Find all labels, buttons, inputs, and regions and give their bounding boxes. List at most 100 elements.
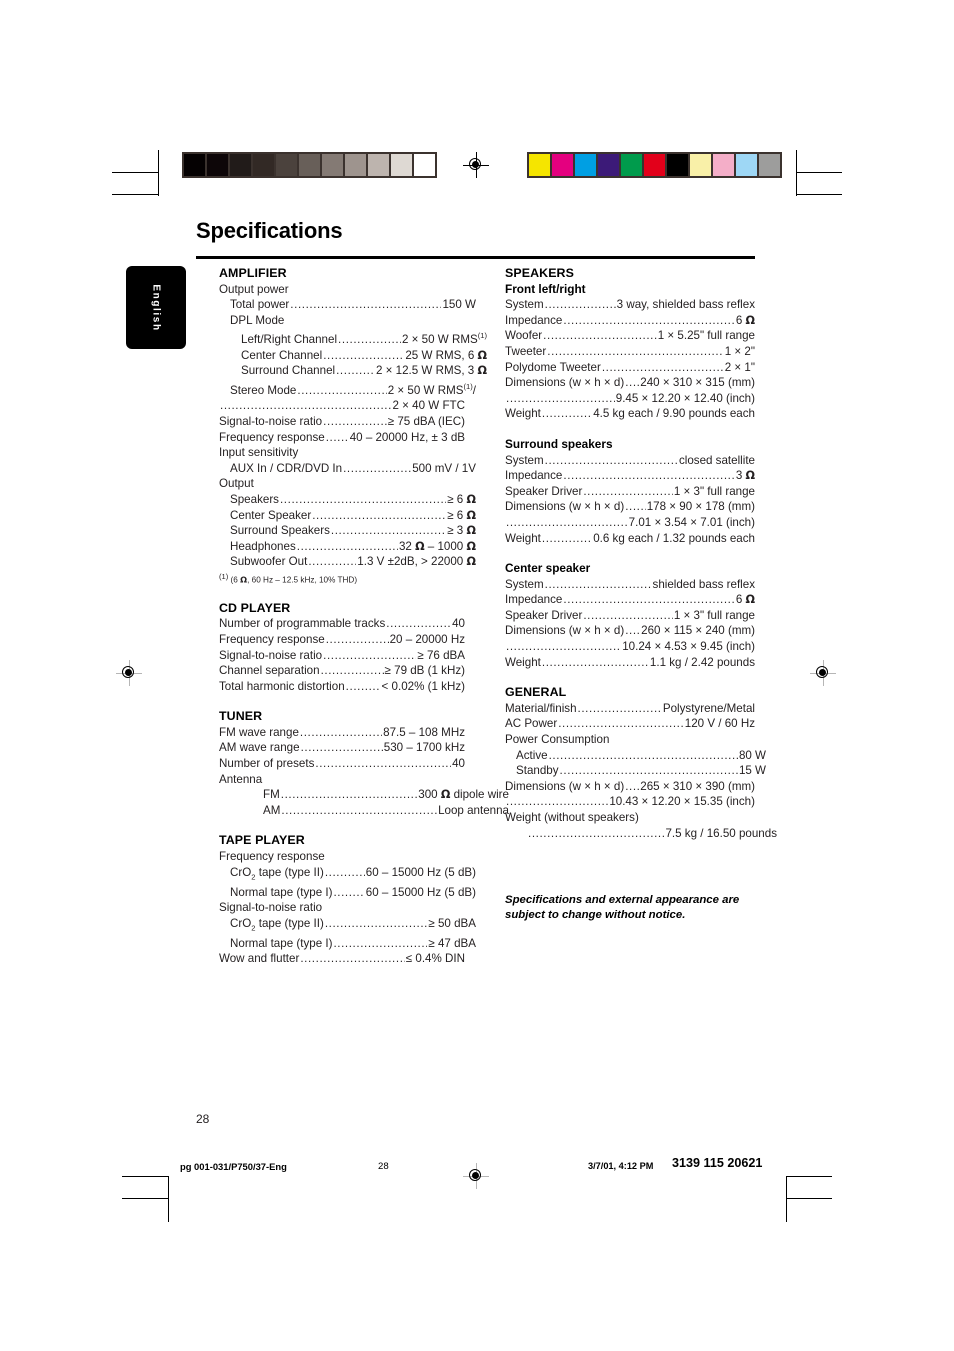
spec-label: Speaker Driver [505, 608, 583, 622]
spec-row: Dimensions (w × h × d) 260 × 115 × 240 (m… [505, 623, 755, 639]
spec-label: Stereo Mode [230, 383, 297, 397]
spec-row: Center Channel 25 W RMS, 6 Ω [219, 348, 487, 364]
color-swatch [552, 154, 573, 176]
spec-value: ≥ 50 dBA [428, 916, 476, 930]
spec-label: Impedance [505, 313, 563, 327]
spec-subheading-line: Signal-to-noise ratio [219, 901, 323, 915]
spec-label: AM [263, 803, 281, 817]
spec-value: 87.5 – 108 MHz [383, 725, 465, 739]
spec-label: Total power [230, 298, 290, 312]
leader-dots [323, 348, 404, 364]
crop-mark-top-left-v [158, 150, 159, 196]
spec-value: 530 – 1700 kHz [383, 741, 465, 755]
spec-label: Dimensions (w × h × d) [505, 500, 625, 514]
left-spec-column: AMPLIFIER Output power Total power 150 W DPL… [219, 266, 509, 967]
spec-row: AUX In / CDR/DVD In 500 mV / 1V [219, 461, 476, 477]
leader-dots [333, 885, 364, 901]
spec-value: 20 – 20000 Hz [389, 632, 465, 646]
spec-label: Number of programmable tracks [219, 617, 386, 631]
registration-mark-right [810, 660, 836, 686]
spec-row: Signal-to-noise ratio ≥ 75 dBA (IEC) [219, 414, 465, 430]
spec-row: Surround Channel 2 × 12.5 W RMS, 3 Ω [219, 363, 487, 379]
leader-dots [301, 740, 383, 756]
spec-row: 7.5 kg / 16.50 pounds [505, 826, 777, 842]
spec-label: Total harmonic distortion [219, 679, 345, 693]
spec-label: Polydome Tweeter [505, 360, 601, 374]
spec-row: Total harmonic distortion < 0.02% (1 kHz) [219, 679, 465, 695]
spec-subheading-line: Output [219, 477, 254, 491]
leader-dots [321, 663, 384, 679]
title-divider [196, 256, 755, 259]
spec-label: Active [516, 748, 548, 762]
spec-value: 120 V / 60 Hz [684, 717, 755, 731]
spec-row: FM wave range 87.5 – 108 MHz [219, 725, 465, 741]
spec-subheading-line: Antenna [219, 772, 263, 786]
section-heading: SPEAKERS [505, 266, 574, 280]
footer-filename: pg 001-031/P750/37-Eng [180, 1161, 287, 1172]
leader-dots [549, 748, 738, 764]
spec-label: Standby [516, 764, 559, 778]
leader-dots [547, 344, 724, 360]
leader-dots [625, 499, 646, 515]
spec-label: System [505, 453, 544, 467]
spec-row: AC Power 120 V / 60 Hz [505, 716, 755, 732]
spec-row: Speaker Driver 1 × 3" full range [505, 608, 755, 624]
leader-dots [220, 398, 392, 414]
spec-value: 3 Ω [735, 469, 755, 483]
leader-dots [323, 648, 416, 664]
spec-label: System [505, 577, 544, 591]
spec-row: Headphones 32 Ω – 1000 Ω [219, 539, 476, 555]
spec-row: Weight 0.6 kg each / 1.32 pounds each [505, 531, 755, 547]
spec-label: Wow and flutter [219, 952, 300, 966]
leader-dots [281, 787, 418, 803]
spec-row: Left/Right Channel 2 × 50 W RMS(1) [219, 328, 487, 347]
spec-value: 10.43 × 12.20 × 15.35 (inch) [609, 795, 755, 809]
leader-dots [583, 608, 673, 624]
spec-value: shielded bass reflex [652, 577, 755, 591]
leader-dots [333, 936, 427, 952]
spec-label: Speakers [230, 493, 279, 507]
spec-value: Polystyrene/Metal [662, 701, 755, 715]
spec-value: 7.5 kg / 16.50 pounds [665, 826, 777, 840]
spec-value: Loop antenna [438, 803, 509, 817]
leader-dots [563, 592, 734, 608]
leader-dots [297, 539, 398, 555]
spec-value: closed satellite [678, 453, 755, 467]
grayscale-swatch [368, 154, 389, 176]
leader-dots [558, 716, 684, 732]
spec-value: ≥ 6 Ω [447, 508, 476, 522]
crop-mark-top-right-v [796, 150, 797, 196]
spec-row: Normal tape (type I) 60 – 15000 Hz (5 dB) [219, 885, 476, 901]
spec-row: Polydome Tweeter 2 × 1" [505, 360, 755, 376]
spec-value: 500 mV / 1V [412, 461, 476, 475]
spec-label: Normal tape (type I) [230, 936, 333, 950]
language-tab-label: English [150, 283, 162, 332]
footer-timestamp: 3/7/01, 4:12 PM [588, 1161, 654, 1171]
spec-row: System closed satellite [505, 453, 755, 469]
color-swatch [667, 154, 688, 176]
spec-label: AC Power [505, 717, 558, 731]
crop-mark-top-right-h2 [796, 194, 842, 195]
spec-row: 9.45 × 12.20 × 12.40 (inch) [505, 391, 755, 407]
leader-dots [336, 363, 375, 379]
spec-subheading-line: Output power [219, 282, 289, 296]
spec-value: < 0.02% (1 kHz) [381, 679, 465, 693]
spec-label: Frequency response [219, 430, 325, 444]
grayscale-swatch [276, 154, 297, 176]
spec-value: 1.1 kg / 2.42 pounds [649, 655, 755, 669]
spec-label: Impedance [505, 469, 563, 483]
spec-row: Signal-to-noise ratio ≥ 76 dBA [219, 648, 465, 664]
spec-value: ≥ 75 dBA (IEC) [387, 415, 465, 429]
grayscale-swatch [414, 154, 435, 176]
leader-dots [542, 406, 592, 422]
spec-row: Active 80 W [505, 748, 766, 764]
crop-mark-top-left-h2 [112, 194, 158, 195]
spec-value: 32 Ω – 1000 Ω [398, 539, 476, 553]
spec-label: Center Channel [241, 348, 323, 362]
color-swatch [713, 154, 734, 176]
leader-dots [545, 297, 616, 313]
spec-value: 178 × 90 × 178 (mm) [646, 500, 755, 514]
spec-label: Weight [505, 655, 541, 669]
leader-dots [323, 414, 387, 430]
